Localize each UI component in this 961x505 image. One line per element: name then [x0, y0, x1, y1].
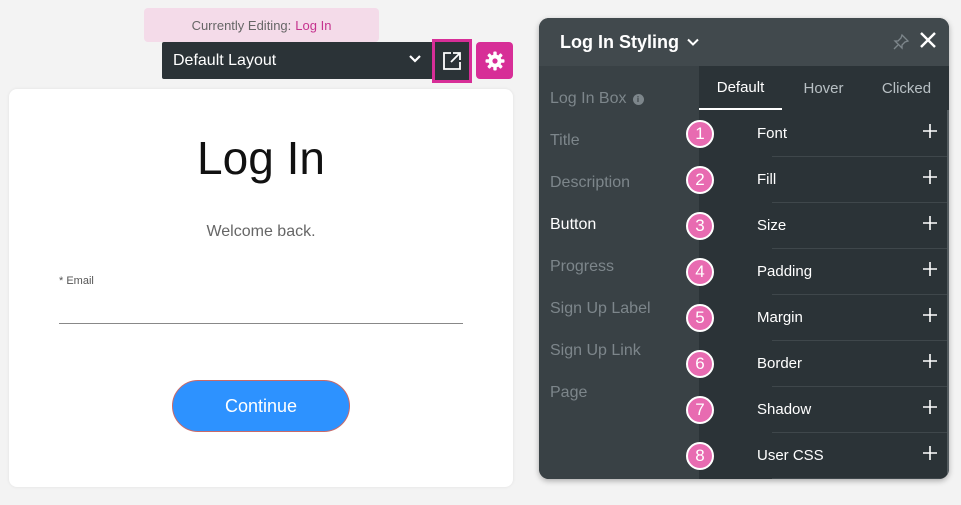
- property-label: Font: [757, 125, 788, 142]
- step-badge: 3: [686, 212, 714, 240]
- tab-clicked[interactable]: Clicked: [865, 66, 948, 110]
- sidebar-item-progress[interactable]: Progress: [550, 258, 614, 276]
- state-tabs: Default Hover Clicked: [699, 66, 949, 110]
- login-description: Welcome back.: [206, 223, 316, 240]
- plus-icon[interactable]: [923, 216, 937, 230]
- layout-select[interactable]: Default Layout: [162, 42, 432, 79]
- chevron-down-icon: [409, 55, 421, 63]
- sidebar-item-label: Log In Box: [550, 90, 627, 107]
- step-badge: 8: [686, 442, 714, 470]
- settings-button[interactable]: [476, 42, 513, 79]
- sidebar-item-description[interactable]: Description: [550, 174, 630, 192]
- sidebar-item-label: Page: [550, 384, 588, 401]
- close-icon[interactable]: [919, 31, 937, 49]
- email-label: * Email: [59, 275, 94, 287]
- sidebar-item-sign-up-link[interactable]: Sign Up Link: [550, 342, 641, 360]
- property-label: Fill: [757, 171, 777, 188]
- property-label: Border: [757, 355, 803, 372]
- plus-icon[interactable]: [923, 354, 937, 368]
- step-badge: 1: [686, 120, 714, 148]
- sidebar-item-label: Title: [550, 132, 580, 149]
- panel-header: Log In Styling: [539, 18, 949, 66]
- sidebar-item-page[interactable]: Page: [550, 384, 587, 402]
- step-badge: 4: [686, 258, 714, 286]
- sidebar-item-label: Progress: [550, 258, 615, 275]
- step-badge: 2: [686, 166, 714, 194]
- sidebar-item-label: Sign Up Label: [550, 300, 651, 317]
- styling-panel: Log In Styling Log In Box i Title Descri…: [539, 18, 949, 479]
- step-badge: 7: [686, 396, 714, 424]
- sidebar-item-sign-up-label[interactable]: Sign Up Label: [550, 300, 651, 318]
- element-list: Log In Box i Title Description Button Pr…: [539, 66, 699, 479]
- continue-button[interactable]: Continue: [172, 380, 350, 432]
- plus-icon[interactable]: [923, 170, 937, 184]
- step-badge: 6: [686, 350, 714, 378]
- currently-editing-target: Log In: [295, 17, 332, 33]
- currently-editing-banner: Currently Editing: Log In: [144, 8, 379, 42]
- chevron-down-icon[interactable]: [687, 38, 699, 46]
- panel-title[interactable]: Log In Styling: [560, 32, 679, 53]
- sidebar-item-button[interactable]: Button: [550, 216, 596, 234]
- layout-select-value: Default Layout: [173, 51, 277, 69]
- sidebar-item-log-in-box[interactable]: Log In Box i: [550, 90, 644, 108]
- property-label: User CSS: [757, 447, 824, 464]
- tab-hover[interactable]: Hover: [782, 66, 865, 110]
- property-label: Shadow: [757, 401, 812, 418]
- plus-icon[interactable]: [923, 446, 937, 460]
- external-link-icon: [443, 52, 461, 70]
- email-field[interactable]: [59, 294, 463, 324]
- plus-icon[interactable]: [923, 308, 937, 322]
- sidebar-item-label: Button: [550, 216, 597, 233]
- gear-icon: [485, 51, 504, 70]
- step-badge: 5: [686, 304, 714, 332]
- scrollbar[interactable]: [947, 110, 949, 479]
- plus-icon[interactable]: [923, 262, 937, 276]
- tab-default[interactable]: Default: [699, 66, 782, 110]
- login-card: Log In Welcome back. * Email Continue: [9, 89, 513, 487]
- property-label: Margin: [757, 309, 803, 326]
- info-icon[interactable]: i: [632, 93, 644, 105]
- sidebar-item-label: Sign Up Link: [550, 342, 641, 359]
- open-external-button[interactable]: [432, 39, 472, 83]
- property-label: Size: [757, 217, 787, 234]
- property-label: Padding: [757, 263, 813, 280]
- plus-icon[interactable]: [923, 124, 937, 138]
- currently-editing-prefix: Currently Editing:: [191, 17, 292, 33]
- sidebar-item-label: Description: [550, 174, 631, 191]
- login-title: Log In: [197, 132, 325, 184]
- plus-icon[interactable]: [923, 400, 937, 414]
- pin-icon[interactable]: [893, 34, 909, 50]
- sidebar-item-title[interactable]: Title: [550, 132, 580, 150]
